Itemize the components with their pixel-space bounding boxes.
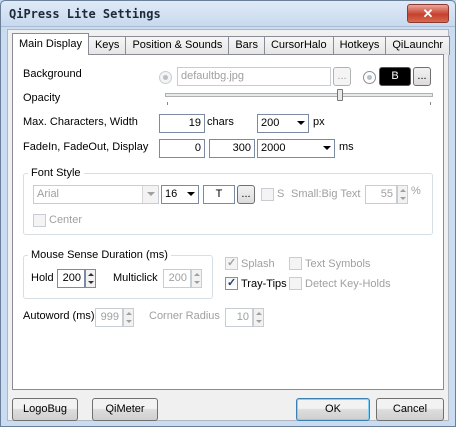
ok-button-label: OK: [325, 403, 341, 415]
corner-radius-spinner[interactable]: [253, 308, 264, 327]
background-image-field[interactable]: defaultbg.jpg: [177, 67, 331, 86]
logobug-button-label: LogoBug: [22, 403, 68, 415]
qimeter-button[interactable]: QiMeter: [92, 398, 158, 421]
fadein-input[interactable]: 0: [159, 139, 205, 158]
main-display-panel: Background defaultbg.jpg ... B ... Opaci…: [12, 54, 444, 390]
font-browse-button[interactable]: ...: [237, 185, 255, 204]
detect-key-holds-label: Detect Key-Holds: [305, 278, 391, 290]
opacity-label: Opacity: [23, 92, 61, 104]
detect-key-holds-checkbox[interactable]: [289, 277, 302, 290]
text-symbols-checkbox[interactable]: [289, 257, 302, 270]
tab-main-display[interactable]: Main Display: [12, 33, 89, 55]
display-duration-value: 2000: [261, 142, 286, 154]
display-duration-select[interactable]: 2000: [257, 139, 335, 158]
max-chars-input[interactable]: 19: [159, 114, 205, 133]
multiclick-label: Multiclick: [113, 272, 158, 284]
slider-tick: [167, 102, 168, 105]
percent-label: %: [411, 185, 421, 197]
background-label: Background: [23, 68, 82, 80]
small-big-text-spinner[interactable]: [397, 185, 408, 204]
chevron-down-icon: [297, 121, 305, 125]
fadeout-input[interactable]: 300: [209, 139, 255, 158]
autoword-spinner[interactable]: [123, 308, 134, 327]
multiclick-input[interactable]: 200: [163, 269, 191, 288]
width-select-value: 200: [261, 117, 280, 129]
mouse-sense-group-title: Mouse Sense Duration (ms): [28, 249, 171, 261]
cancel-button[interactable]: Cancel: [376, 398, 444, 421]
logobug-button[interactable]: LogoBug: [12, 398, 78, 421]
dialog-client: Main Display Keys Position & Sounds Bars…: [7, 29, 451, 421]
chevron-down-icon: [323, 146, 331, 150]
multiclick-spinner[interactable]: [191, 269, 202, 288]
small-big-text-label: Small:Big Text: [291, 188, 361, 200]
tray-tips-checkbox[interactable]: ✓: [225, 277, 238, 290]
px-unit-label: px: [313, 116, 325, 128]
tab-keys[interactable]: Keys: [87, 36, 127, 55]
hold-spinner[interactable]: [85, 269, 96, 288]
ok-button[interactable]: OK: [296, 398, 370, 421]
settings-window: QiPress Lite Settings ✕ Main Display Key…: [0, 0, 456, 427]
tab-qilaunchr[interactable]: QiLaunchr: [385, 36, 451, 55]
opacity-slider[interactable]: [165, 87, 433, 107]
corner-radius-input[interactable]: 10: [225, 308, 253, 327]
font-family-select[interactable]: Arial: [33, 185, 159, 204]
font-style-group-title: Font Style: [28, 167, 84, 179]
s-checkbox-label: S: [277, 188, 285, 200]
qimeter-button-label: QiMeter: [105, 403, 145, 415]
background-image-browse-button[interactable]: ...: [333, 67, 351, 86]
chevron-down-icon: [147, 192, 155, 196]
hold-label: Hold: [31, 272, 54, 284]
tab-position-sounds[interactable]: Position & Sounds: [125, 36, 230, 55]
corner-radius-label: Corner Radius: [149, 310, 220, 322]
tab-cursorhalo[interactable]: CursorHalo: [263, 36, 334, 55]
autoword-label: Autoword (ms): [23, 310, 95, 322]
font-style-group: [23, 173, 433, 235]
background-color-browse-button[interactable]: ...: [413, 67, 431, 86]
hold-input[interactable]: 200: [57, 269, 85, 288]
slider-tick: [430, 102, 431, 105]
splash-label: Splash: [241, 258, 275, 270]
center-checkbox-label: Center: [49, 214, 83, 226]
autoword-input[interactable]: 999: [95, 308, 123, 327]
max-characters-label: Max. Characters, Width: [23, 116, 138, 128]
s-checkbox[interactable]: [261, 188, 274, 201]
text-symbols-label: Text Symbols: [305, 258, 371, 270]
tab-bars[interactable]: Bars: [228, 36, 265, 55]
tray-tips-label: Tray-Tips: [241, 278, 287, 290]
close-icon: ✕: [422, 6, 434, 21]
opacity-slider-track: [165, 93, 433, 97]
window-title: QiPress Lite Settings: [9, 7, 161, 21]
background-color-radio[interactable]: [363, 71, 376, 84]
center-checkbox[interactable]: [33, 214, 46, 227]
opacity-slider-thumb[interactable]: [337, 89, 343, 101]
splash-checkbox[interactable]: ✓: [225, 257, 238, 270]
cancel-button-label: Cancel: [392, 403, 428, 415]
background-color-button[interactable]: B: [379, 67, 411, 86]
background-image-radio[interactable]: [159, 71, 172, 84]
text-color-button[interactable]: T: [203, 185, 235, 204]
font-size-select[interactable]: 16: [161, 185, 199, 204]
fade-label: FadeIn, FadeOut, Display: [23, 141, 149, 153]
tab-hotkeys[interactable]: Hotkeys: [332, 36, 387, 55]
chars-unit-label: chars: [207, 116, 234, 128]
title-bar[interactable]: QiPress Lite Settings ✕: [1, 1, 455, 27]
width-select[interactable]: 200: [257, 114, 309, 133]
font-family-value: Arial: [37, 188, 60, 200]
small-big-text-input[interactable]: 55: [365, 185, 397, 204]
tab-strip: Main Display Keys Position & Sounds Bars…: [12, 33, 451, 55]
close-button[interactable]: ✕: [407, 4, 449, 23]
ms-unit-label: ms: [339, 141, 354, 153]
font-size-value: 16: [165, 188, 178, 200]
chevron-down-icon: [187, 192, 195, 196]
